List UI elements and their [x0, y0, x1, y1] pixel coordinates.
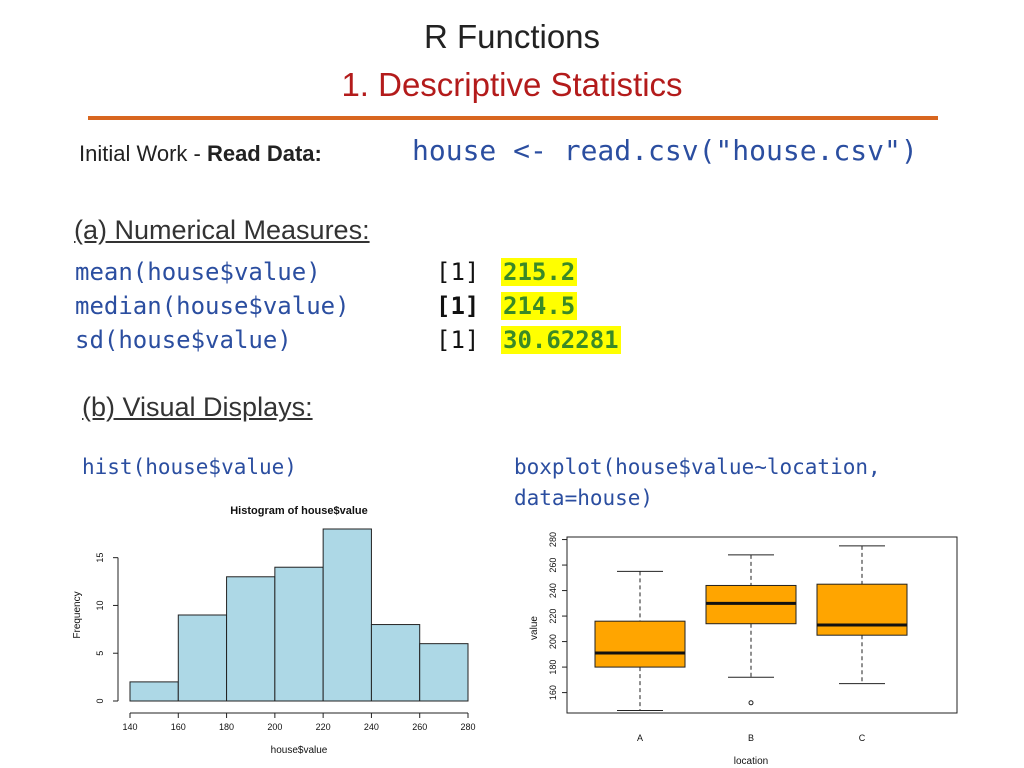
histogram-y-tick-label: 15 [95, 553, 105, 563]
histogram-bar [177, 614, 228, 702]
histogram-y-tick-label: 0 [95, 698, 105, 703]
histogram-x-tick-label: 220 [316, 722, 331, 732]
histogram-x-tick-label: 260 [412, 722, 427, 732]
boxplot-chart: location value A B C 160 180 200 220 240 260 280 [529, 532, 958, 767]
boxplot-xlabel: location [734, 756, 768, 767]
boxplot-x-tick-label: A [637, 733, 643, 743]
histogram-bar [419, 643, 469, 702]
histogram-x-tick-label: 160 [171, 722, 186, 732]
boxplot-y-tick-label: 220 [548, 609, 558, 624]
boxplot-x-tick-label: B [748, 733, 754, 743]
histogram-chart: Histogram of house$value house$value Fre… [72, 505, 476, 756]
histogram-bar [274, 566, 324, 702]
histogram-xlabel: house$value [271, 745, 328, 756]
histogram-y-tick-label: 5 [95, 651, 105, 656]
boxplot-x-tick-label: C [859, 733, 866, 743]
histogram-ylabel: Frequency [72, 591, 83, 638]
histogram-x-tick-label: 280 [460, 722, 475, 732]
histogram-bar [129, 681, 179, 702]
histogram-bar [226, 576, 276, 702]
charts-canvas: Histogram of house$value house$value Fre… [72, 505, 958, 767]
boxplot-y-tick-label: 200 [548, 634, 558, 649]
boxplot-y-tick-label: 260 [548, 558, 558, 573]
boxplot-ylabel: value [529, 616, 540, 640]
histogram-x-tick-label: 240 [364, 722, 379, 732]
histogram-title: Histogram of house$value [230, 505, 368, 517]
histogram-bar [370, 624, 421, 702]
histogram-y-tick-label: 10 [95, 600, 105, 610]
boxplot-y-tick-label: 180 [548, 660, 558, 675]
boxplot-y-tick-label: 280 [548, 532, 558, 547]
histogram-x-tick-label: 200 [267, 722, 282, 732]
boxplot-y-tick-label: 240 [548, 583, 558, 598]
histogram-x-tick-label: 140 [122, 722, 137, 732]
boxplot-outlier [748, 700, 754, 706]
boxplot-box [816, 583, 908, 636]
boxplot-box [594, 620, 686, 668]
histogram-bar [322, 528, 372, 702]
boxplot-y-tick-label: 160 [548, 685, 558, 700]
histogram-x-tick-label: 180 [219, 722, 234, 732]
